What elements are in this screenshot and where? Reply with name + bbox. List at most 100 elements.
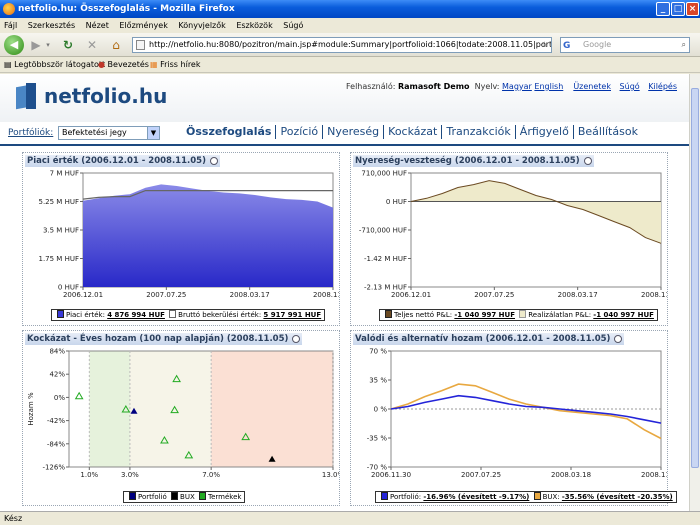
tab-transactions[interactable]: Tranzakciók (441, 125, 514, 139)
forward-icon[interactable]: ▶ (28, 36, 44, 54)
title-bar: netfolio.hu: Összefoglalás - Mozilla Fir… (0, 0, 700, 18)
market-value-panel: Piaci érték (2006.12.01 - 2008.11.05) 7 … (22, 152, 340, 326)
menu-file[interactable]: Fájl (4, 21, 17, 30)
back-icon[interactable]: ◀ (4, 35, 24, 55)
legend-value: -1 040 997 HUF (593, 311, 654, 319)
window-title: netfolio.hu: Összefoglalás - Mozilla Fir… (18, 4, 235, 14)
home-icon[interactable]: ⌂ (108, 36, 124, 54)
tab-settings[interactable]: Beállítások (572, 125, 642, 139)
chart-legend: Portfolió BUX Termékek (123, 491, 246, 503)
tab-summary[interactable]: Összefoglalás (186, 125, 275, 139)
page-icon (136, 40, 145, 50)
user-name: Ramasoft Demo (397, 82, 470, 91)
menu-tools[interactable]: Eszközök (236, 21, 272, 30)
firefox-icon (3, 3, 15, 15)
reload-icon[interactable]: ↻ (60, 36, 76, 54)
scrollbar-thumb[interactable] (691, 88, 699, 468)
vertical-scrollbar[interactable] (689, 74, 700, 511)
legend-swatch-products (199, 492, 206, 500)
menu-history[interactable]: Előzmények (119, 21, 167, 30)
y-tick-label: -126% (42, 464, 65, 472)
stop-icon[interactable]: ✕ (84, 36, 100, 54)
app-header: netfolio.hu Felhasználó: Ramasoft Demo N… (0, 74, 689, 124)
tab-profit[interactable]: Nyereség (322, 125, 383, 139)
y-tick-label: 3.5 M HUF (43, 227, 79, 235)
menu-edit[interactable]: Szerkesztés (28, 21, 75, 30)
x-tick-label: 2007.07.25 (461, 471, 501, 479)
search-icon[interactable]: ⌕ (682, 38, 686, 52)
legend-label: Piaci érték: (66, 311, 105, 319)
tab-position[interactable]: Pozíció (275, 125, 322, 139)
messages-link[interactable]: Üzenetek (573, 82, 611, 91)
menu-view[interactable]: Nézet (86, 21, 109, 30)
bookmark-getting-started[interactable]: ● Bevezetés (98, 57, 149, 73)
zoom-icon[interactable] (209, 157, 218, 165)
menu-bookmarks[interactable]: Könyvjelzők (178, 21, 225, 30)
y-tick-label: 7 M HUF (50, 170, 79, 178)
series-area-market-value (83, 184, 333, 287)
y-tick-label: -1.42 M HUF (364, 255, 407, 263)
page-content: netfolio.hu Felhasználó: Ramasoft Demo N… (0, 74, 689, 511)
x-tick-label: 2006.12.01 (63, 291, 103, 299)
y-tick-label: 0 HUF (386, 198, 407, 206)
tab-price-watch[interactable]: Árfigyelő (514, 125, 573, 139)
y-tick-label: 70 % (369, 348, 387, 356)
zoom-icon[interactable] (292, 335, 301, 343)
zoom-icon[interactable] (614, 335, 623, 343)
portfolio-select[interactable]: Befektetési jegy ▼ (58, 126, 160, 140)
x-tick-label: 2007.07.25 (146, 291, 186, 299)
legend-label: Teljes nettó P&L: (394, 311, 453, 319)
legend-swatch-bux (171, 492, 179, 500)
y-tick-label: 35 % (369, 377, 387, 385)
tab-risk[interactable]: Kockázat (383, 125, 441, 139)
legend-swatch-portfolio (381, 492, 388, 500)
browser-window: netfolio.hu: Összefoglalás - Mozilla Fir… (0, 0, 700, 525)
url-input[interactable]: http://netfolio.hu:8080/pozitron/main.js… (132, 37, 552, 53)
legend-label: Realizálatlan P&L: (528, 311, 592, 319)
legend-value: 4 876 994 HUF (107, 311, 165, 319)
x-tick-label: 1.0% (80, 471, 98, 479)
language-english-link[interactable]: English (534, 82, 563, 91)
y-tick-label: -84% (47, 440, 65, 448)
menu-help[interactable]: Súgó (283, 21, 303, 30)
legend-value: -1 040 997 HUF (454, 311, 516, 319)
y-tick-label: 5.25 M HUF (39, 198, 80, 206)
x-tick-label: 2008.03.17 (230, 291, 270, 299)
bookmark-latest-headlines[interactable]: ▦ Friss hírek (150, 57, 200, 73)
y-tick-label: -35 % (367, 435, 388, 443)
chart-legend: Teljes nettó P&L: -1 040 997 HUF Realizá… (379, 309, 658, 321)
y-axis-label: Hozam % (27, 392, 35, 426)
panel-title: Nyereség-veszteség (2006.12.01 - 2008.11… (353, 155, 594, 167)
y-tick-label: 42% (49, 371, 65, 379)
zoom-icon[interactable] (583, 157, 592, 165)
profit-loss-panel: Nyereség-veszteség (2006.12.01 - 2008.11… (350, 152, 668, 326)
language-label: Nyelv: (474, 82, 500, 91)
chevron-down-icon: ▼ (147, 127, 159, 139)
bookmark-most-visited[interactable]: ▤ Legtöbbször látogatott (4, 57, 105, 73)
return-panel: Valódi és alternatív hozam (2006.12.01 -… (350, 330, 677, 506)
search-input[interactable]: G Google ⌕ (560, 37, 690, 53)
bookmark-star-icon[interactable]: ☆ (541, 38, 548, 52)
bookmarks-toolbar: ▤ Legtöbbször látogatott ● Bevezetés ▦ F… (0, 57, 700, 73)
x-tick-label: 2006.12.01 (391, 291, 431, 299)
user-label: Felhasználó: (346, 82, 396, 91)
minimize-button[interactable]: _ (656, 2, 670, 16)
logout-link[interactable]: Kilépés (648, 82, 677, 91)
history-dropdown-icon[interactable]: ▾ (44, 36, 52, 54)
portfolio-label[interactable]: Portfóliók: (8, 128, 53, 138)
risk-panel: Kockázat - Éves hozam (100 nap alapján) … (22, 330, 340, 506)
top-links: Üzenetek Súgó Kilépés (567, 82, 677, 91)
point-product (74, 391, 84, 400)
tab-bar: Portfóliók: Befektetési jegy ▼ Összefogl… (0, 122, 689, 144)
legend-swatch-market-value (57, 310, 64, 318)
status-bar: Kész (0, 511, 700, 525)
maximize-button[interactable]: □ (671, 2, 685, 16)
language-magyar-link[interactable]: Magyar (502, 82, 532, 91)
help-link[interactable]: Súgó (620, 82, 640, 91)
close-button[interactable]: × (686, 2, 699, 16)
profit-loss-chart: 710,000 HUF0 HUF-710,000 HUF-1.42 M HUF-… (359, 170, 667, 300)
x-tick-label: 2008.11.05 (313, 291, 339, 299)
legend-value: -16.96% (évesített -9.17%) (423, 493, 530, 501)
google-icon: G (563, 41, 571, 51)
y-tick-label: -42% (47, 417, 65, 425)
